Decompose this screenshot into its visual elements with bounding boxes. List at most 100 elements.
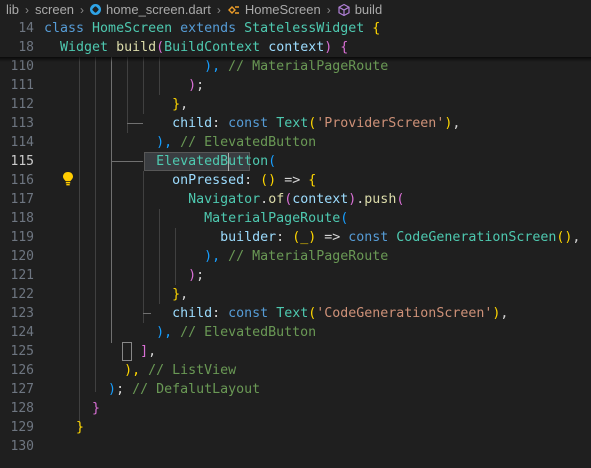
code-line[interactable]: 116 onPressed: () => { [0, 171, 591, 190]
code-token: CodeGenerationScreen [396, 230, 557, 245]
code-token: ( [268, 154, 277, 169]
code-line[interactable]: 124 ), // ElevatedButton [0, 323, 591, 342]
line-number: 126 [10, 363, 34, 378]
breadcrumb-class-label: HomeScreen [244, 2, 321, 17]
code-token: () [556, 230, 573, 245]
code-line[interactable]: 125 ], [0, 342, 591, 361]
code-token: context [268, 40, 325, 55]
code-line[interactable]: 112 }, [0, 95, 591, 114]
code-token: (_) [292, 230, 317, 245]
code-line[interactable]: 121 ); [0, 266, 591, 285]
line-number: 116 [10, 173, 34, 188]
code-text: ); // DefalutLayout [44, 380, 260, 399]
code-line[interactable]: 126 ), // ListView [0, 361, 591, 380]
code-text: Widget build(BuildContext context) { [44, 38, 348, 57]
code-token: builder [220, 230, 277, 245]
line-number: 130 [10, 439, 34, 454]
line-number: 119 [10, 230, 34, 245]
line-number: 111 [10, 78, 34, 93]
code-text: class HomeScreen extends StatelessWidget… [44, 19, 380, 38]
code-line[interactable]: 128 } [0, 399, 591, 418]
code-token: Widget [60, 40, 117, 55]
code-token: ] [140, 344, 149, 359]
code-token: HomeScreen [92, 21, 181, 36]
code-token: , [572, 230, 581, 245]
code-line[interactable]: 129 } [0, 418, 591, 437]
chevron-right-icon: › [80, 2, 85, 17]
line-number: 18 [18, 40, 34, 55]
code-token: { [372, 21, 381, 36]
breadcrumb-folder-screen[interactable]: screen [35, 2, 74, 17]
breadcrumb-class[interactable]: HomeScreen [227, 2, 321, 17]
code-text: child: const Text('CodeGenerationScreen'… [44, 304, 508, 323]
code-line[interactable]: 118 MaterialPageRoute( [0, 209, 591, 228]
code-token: ElevatedButton [156, 154, 269, 169]
code-token: context [292, 192, 349, 207]
code-token: , [180, 97, 189, 112]
code-line[interactable]: 120 ), // MaterialPageRoute [0, 247, 591, 266]
sticky-scroll-line[interactable]: 18 Widget build(BuildContext context) { [0, 38, 591, 57]
code-token: // MaterialPageRoute [220, 249, 389, 264]
code-token: Text [276, 306, 309, 321]
code-line[interactable]: 127 ); // DefalutLayout [0, 380, 591, 399]
line-number: 120 [10, 249, 34, 264]
code-text: }, [44, 95, 188, 114]
code-text: ), // MaterialPageRoute [44, 247, 388, 266]
code-token: class [44, 21, 93, 36]
code-line[interactable]: 111 ); [0, 76, 591, 95]
code-line[interactable]: 122 }, [0, 285, 591, 304]
sticky-scroll-line[interactable]: 14 class HomeScreen extends StatelessWidg… [0, 19, 591, 38]
code-token: : [276, 230, 293, 245]
code-token: ), [156, 325, 173, 340]
line-number: 115 [10, 154, 34, 169]
line-number: 121 [10, 268, 34, 283]
line-number: 112 [10, 97, 34, 112]
code-line[interactable]: 113 child: const Text('ProviderScreen'), [0, 114, 591, 133]
code-token: BuildContext [164, 40, 269, 55]
breadcrumb-file[interactable]: home_screen.dart [90, 2, 211, 17]
code-token: => [316, 230, 349, 245]
code-token: ( [396, 192, 405, 207]
code-token: , [452, 116, 461, 131]
code-text: }, [44, 285, 188, 304]
breadcrumb-method[interactable]: build [337, 2, 382, 17]
code-token: () [260, 173, 277, 188]
code-text: } [44, 399, 100, 418]
code-editor[interactable]: 14 class HomeScreen extends StatelessWidg… [0, 19, 591, 468]
code-text: onPressed: () => { [44, 171, 316, 190]
code-line[interactable]: 114 ), // ElevatedButton [0, 133, 591, 152]
code-token: ; [196, 268, 205, 283]
code-token: MaterialPageRoute [204, 211, 341, 226]
code-line[interactable]: 119 builder: (_) => const CodeGeneration… [0, 228, 591, 247]
code-token: build [116, 40, 157, 55]
code-line[interactable]: 115 ElevatedButton( [0, 152, 591, 171]
line-number: 124 [10, 325, 34, 340]
code-text: ), // ListView [44, 361, 236, 380]
code-text: ), // ElevatedButton [44, 323, 316, 342]
line-number: 127 [10, 382, 34, 397]
code-line[interactable]: 123 child: const Text('CodeGenerationScr… [0, 304, 591, 323]
line-number: 113 [10, 116, 34, 131]
breadcrumb-folder-lib[interactable]: lib [0, 2, 19, 17]
code-token: ( [156, 40, 165, 55]
code-line[interactable]: 117 Navigator.of(context).push( [0, 190, 591, 209]
line-number: 14 [18, 21, 34, 36]
code-token: } [172, 287, 181, 302]
line-number: 114 [10, 135, 34, 150]
code-line[interactable]: 130 [0, 437, 591, 456]
code-token: , [500, 306, 509, 321]
code-token: } [76, 420, 85, 435]
code-token: StatelessWidget [244, 21, 373, 36]
